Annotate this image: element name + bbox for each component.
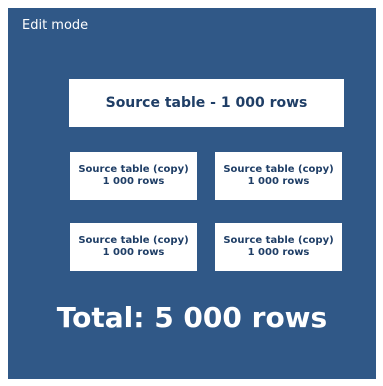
source-table-copy-box: Source table (copy) 1 000 rows — [215, 152, 342, 200]
copy-title: Source table (copy) — [78, 164, 189, 175]
copy-title: Source table (copy) — [223, 235, 334, 246]
mode-label: Edit mode — [22, 18, 89, 33]
source-table-box: Source table - 1 000 rows — [69, 79, 344, 127]
copy-rows: 1 000 rows — [102, 176, 165, 187]
copy-rows: 1 000 rows — [247, 176, 310, 187]
copy-title: Source table (copy) — [223, 164, 334, 175]
source-table-copy-box: Source table (copy) 1 000 rows — [70, 152, 197, 200]
source-table-copy-box: Source table (copy) 1 000 rows — [215, 223, 342, 271]
copy-rows: 1 000 rows — [102, 247, 165, 258]
copy-rows: 1 000 rows — [247, 247, 310, 258]
source-table-label: Source table - 1 000 rows — [105, 95, 308, 111]
total-rows-label: Total: 5 000 rows — [56, 301, 328, 334]
edit-mode-panel: Edit mode Source table - 1 000 rows Sour… — [8, 8, 376, 379]
copy-title: Source table (copy) — [78, 235, 189, 246]
source-table-copy-box: Source table (copy) 1 000 rows — [70, 223, 197, 271]
